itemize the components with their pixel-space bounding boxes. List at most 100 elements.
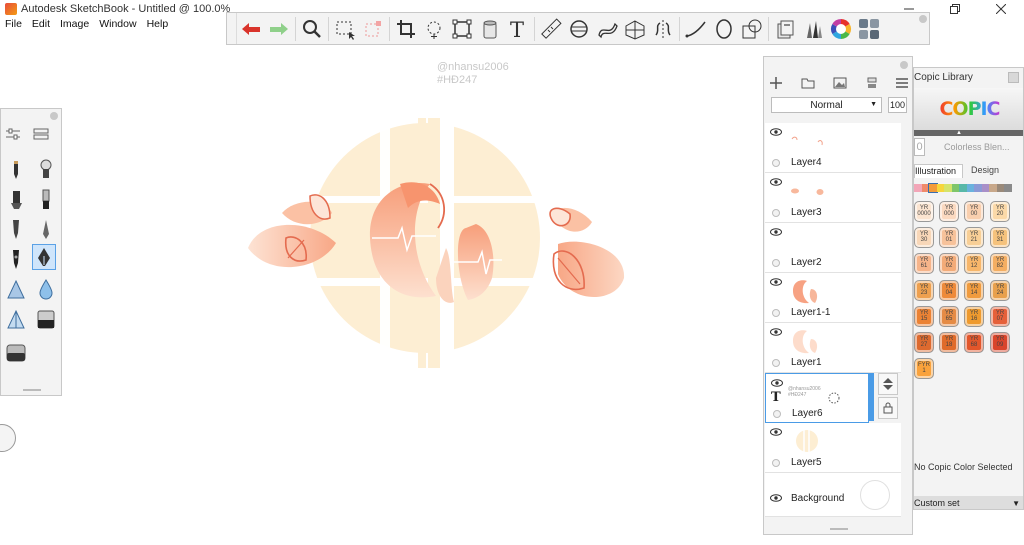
layer-row-selected[interactable]: T @nhansu2006 #HĐ247 Layer6 bbox=[765, 373, 869, 423]
eye-icon[interactable] bbox=[770, 327, 782, 339]
layer-editor-resize-handle[interactable] bbox=[830, 528, 848, 530]
ink-pen-brush[interactable] bbox=[34, 186, 58, 212]
copic-swatch[interactable]: YR 01 bbox=[939, 227, 959, 249]
layer-editor-close-button[interactable] bbox=[900, 61, 908, 69]
select-icon[interactable] bbox=[331, 15, 359, 43]
copic-swatch[interactable]: YR 15 bbox=[914, 305, 934, 327]
eye-icon[interactable] bbox=[770, 427, 782, 439]
toolbar-close-button[interactable] bbox=[919, 15, 927, 23]
copic-swatch[interactable]: YR 68 bbox=[964, 332, 984, 353]
layer-lock-toggle[interactable] bbox=[772, 259, 780, 267]
marker-brush[interactable] bbox=[4, 186, 28, 212]
brush-palette-close-button[interactable] bbox=[50, 112, 58, 120]
lock-layer-button[interactable] bbox=[878, 397, 898, 419]
eye-icon[interactable] bbox=[770, 493, 782, 505]
restore-button[interactable] bbox=[932, 0, 978, 18]
close-button[interactable] bbox=[978, 0, 1024, 18]
brushes-icon[interactable] bbox=[799, 15, 827, 43]
text-icon[interactable]: T bbox=[504, 15, 532, 43]
opacity-field[interactable]: 100 bbox=[888, 97, 907, 113]
merge-layer-icon[interactable] bbox=[866, 77, 878, 92]
add-image-icon[interactable] bbox=[833, 77, 847, 92]
layer-lock-toggle[interactable] bbox=[772, 359, 780, 367]
blur-brush[interactable] bbox=[34, 276, 58, 302]
lasso-icon[interactable] bbox=[420, 15, 448, 43]
menu-window[interactable]: Window bbox=[94, 18, 141, 32]
lagoon-puck-button[interactable] bbox=[0, 424, 16, 452]
copic-swatch[interactable]: YR 27 bbox=[914, 332, 934, 353]
eye-icon[interactable] bbox=[770, 277, 782, 289]
fountain-pen-brush[interactable] bbox=[32, 244, 56, 270]
copic-swatch[interactable]: YR 16 bbox=[964, 305, 984, 327]
felt-pen-brush[interactable] bbox=[34, 216, 58, 242]
pencil-brush[interactable] bbox=[4, 156, 28, 182]
add-layer-icon[interactable] bbox=[770, 77, 782, 92]
copic-swatch[interactable]: YR 14 bbox=[964, 279, 984, 301]
tab-design[interactable]: Design bbox=[963, 164, 1007, 178]
crop-icon[interactable] bbox=[392, 15, 420, 43]
eye-icon[interactable] bbox=[770, 227, 782, 239]
ballpoint-brush[interactable] bbox=[4, 216, 28, 242]
redo-icon[interactable] bbox=[265, 15, 293, 43]
layer-row-background[interactable]: Background bbox=[765, 473, 901, 517]
layer-menu-icon[interactable] bbox=[896, 77, 908, 92]
add-group-icon[interactable] bbox=[801, 77, 815, 92]
stroke-icon[interactable] bbox=[682, 15, 710, 43]
ellipse-guide-icon[interactable] bbox=[565, 15, 593, 43]
copic-swatch[interactable]: YR 0000 bbox=[914, 201, 934, 222]
move-layer-button[interactable] bbox=[878, 373, 898, 395]
menu-file[interactable]: File bbox=[0, 18, 27, 32]
french-curve-icon[interactable] bbox=[593, 15, 621, 43]
copic-set-select[interactable]: Custom set ▼ bbox=[914, 496, 1023, 509]
copic-swatch[interactable]: YR 04 bbox=[939, 279, 959, 301]
hard-eraser-brush[interactable] bbox=[4, 340, 28, 366]
copic-swatch[interactable]: FYR 1 bbox=[914, 358, 934, 380]
ruler-icon[interactable] bbox=[537, 15, 565, 43]
copic-swatch[interactable]: YR 00 bbox=[964, 201, 984, 222]
background-color-swatch[interactable] bbox=[860, 480, 890, 510]
copic-close-button[interactable] bbox=[1008, 72, 1019, 83]
triangle-brush[interactable] bbox=[4, 276, 28, 302]
copic-swatch[interactable]: YR 82 bbox=[990, 253, 1010, 275]
layer-row[interactable]: Layer2 bbox=[765, 223, 901, 273]
copic-swatch[interactable]: YR 31 bbox=[990, 227, 1010, 249]
layer-row[interactable]: Layer1-1 bbox=[765, 273, 901, 323]
smudge-brush[interactable] bbox=[4, 306, 28, 332]
layer-lock-toggle[interactable] bbox=[772, 309, 780, 317]
circle-icon[interactable] bbox=[710, 15, 738, 43]
eye-icon[interactable] bbox=[770, 127, 782, 139]
brush-palette-resize-handle[interactable] bbox=[23, 389, 41, 391]
perspective-icon[interactable] bbox=[621, 15, 649, 43]
layer-lock-toggle[interactable] bbox=[772, 459, 780, 467]
eye-icon[interactable] bbox=[770, 177, 782, 189]
copic-swatch[interactable]: YR 000 bbox=[939, 201, 959, 222]
copic-swatch[interactable]: YR 30 bbox=[914, 227, 934, 249]
menu-help[interactable]: Help bbox=[142, 18, 174, 32]
copic-hue-strip[interactable] bbox=[914, 183, 1012, 193]
layer-lock-toggle[interactable] bbox=[773, 410, 781, 418]
copic-swatch[interactable]: YR 02 bbox=[939, 253, 959, 275]
brush-properties-icon[interactable] bbox=[5, 127, 21, 144]
copic-swatch[interactable]: YR 20 bbox=[990, 201, 1010, 222]
transform-select-icon[interactable] bbox=[359, 15, 387, 43]
copic-swatch[interactable]: YR 23 bbox=[914, 279, 934, 301]
zoom-icon[interactable] bbox=[298, 15, 326, 43]
copic-swatch[interactable]: YR 18 bbox=[939, 332, 959, 353]
layer-row[interactable]: Layer4 bbox=[765, 123, 901, 173]
airbrush-brush[interactable] bbox=[34, 156, 58, 182]
brush-library-icon[interactable] bbox=[33, 127, 49, 144]
copic-swatch[interactable]: YR 65 bbox=[939, 305, 959, 327]
color-wheel-icon[interactable] bbox=[827, 15, 855, 43]
copic-swatch[interactable]: YR 21 bbox=[964, 227, 984, 249]
copic-swatch[interactable]: YR 07 bbox=[990, 305, 1010, 327]
fill-icon[interactable] bbox=[476, 15, 504, 43]
menu-edit[interactable]: Edit bbox=[27, 18, 55, 32]
copic-swatch[interactable]: YR 24 bbox=[990, 279, 1010, 301]
layer-row[interactable]: Layer3 bbox=[765, 173, 901, 223]
shapes-icon[interactable] bbox=[738, 15, 766, 43]
eraser-brush[interactable] bbox=[34, 306, 58, 332]
undo-icon[interactable] bbox=[237, 15, 265, 43]
layer-row[interactable]: Layer5 bbox=[765, 423, 901, 473]
chisel-brush[interactable] bbox=[4, 246, 28, 272]
layer-lock-toggle[interactable] bbox=[772, 159, 780, 167]
